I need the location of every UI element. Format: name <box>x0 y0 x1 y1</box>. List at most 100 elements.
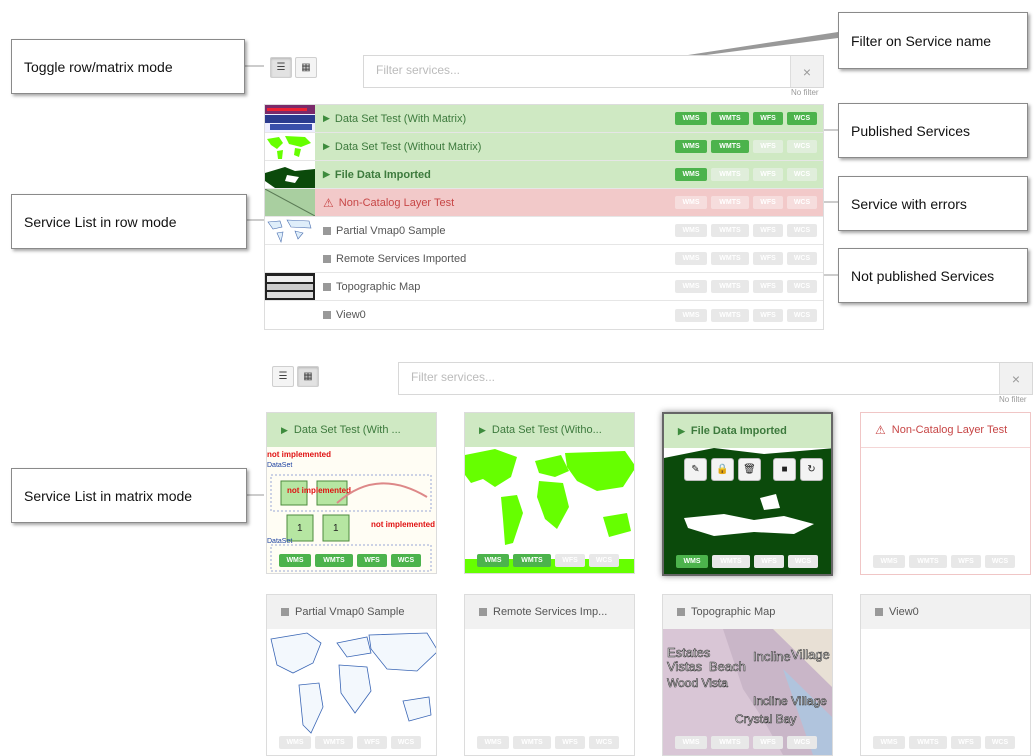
wcs-badge[interactable]: WCS <box>985 555 1015 568</box>
wmts-badge[interactable]: WMTS <box>909 736 947 749</box>
wfs-badge[interactable]: WFS <box>753 736 783 749</box>
wms-badge[interactable]: WMS <box>873 555 905 568</box>
service-card[interactable]: ⚠ Non-Catalog Layer Test WMS WMTS WFS WCS <box>860 412 1031 575</box>
card-header[interactable]: ▶ File Data Imported <box>664 414 831 448</box>
wfs-badge[interactable]: WFS <box>753 280 783 293</box>
service-row[interactable]: ▶ Data Set Test (Without Matrix) WMS WMTS W… <box>265 133 823 161</box>
service-name[interactable]: Remote Services Imported <box>323 253 675 265</box>
wms-badge[interactable]: WMS <box>279 736 311 749</box>
wmts-badge[interactable]: WMTS <box>711 224 749 237</box>
wfs-badge[interactable]: WFS <box>753 112 783 125</box>
service-card[interactable]: Partial Vmap0 Sample WMS WMTS WFS WCS <box>266 594 437 756</box>
wmts-badge[interactable]: WMTS <box>711 112 749 125</box>
wfs-badge[interactable]: WFS <box>753 224 783 237</box>
service-card[interactable]: View0 WMS WMTS WFS WCS <box>860 594 1031 756</box>
wfs-badge[interactable]: WFS <box>753 140 783 153</box>
wms-badge[interactable]: WMS <box>675 736 707 749</box>
card-header[interactable]: Partial Vmap0 Sample <box>267 595 436 629</box>
wmts-badge[interactable]: WMTS <box>711 168 749 181</box>
wfs-badge[interactable]: WFS <box>753 308 783 322</box>
filter-services-input[interactable] <box>374 62 746 78</box>
service-card[interactable]: ▶ File Data Imported ✎ 🔒 🗑 ■ ↻ WMS WMTS WFS… <box>662 412 833 576</box>
wcs-badge[interactable]: WCS <box>787 280 817 293</box>
wmts-badge[interactable]: WMTS <box>711 252 749 265</box>
service-card[interactable]: ▶ Data Set Test (Witho... WMS WMTS WFS WCS <box>464 412 635 574</box>
wms-badge[interactable]: WMS <box>675 140 707 153</box>
wcs-badge[interactable]: WCS <box>787 168 817 181</box>
service-row[interactable]: ⚠ Non-Catalog Layer Test WMS WMTS WFS WCS <box>265 189 823 217</box>
wfs-badge[interactable]: WFS <box>555 554 585 567</box>
service-name[interactable]: ▶ File Data Imported <box>323 169 675 181</box>
wmts-badge[interactable]: WMTS <box>513 554 551 567</box>
wfs-badge[interactable]: WFS <box>555 736 585 749</box>
wmts-badge[interactable]: WMTS <box>712 555 750 568</box>
wms-badge[interactable]: WMS <box>675 196 707 209</box>
wms-badge[interactable]: WMS <box>676 555 708 568</box>
wmts-badge[interactable]: WMTS <box>513 736 551 749</box>
matrix-mode-button[interactable]: ▦ <box>295 57 317 78</box>
wms-badge[interactable]: WMS <box>477 554 509 567</box>
wms-badge[interactable]: WMS <box>675 112 707 125</box>
lock-button[interactable]: 🔒 <box>711 458 734 481</box>
edit-button[interactable]: ✎ <box>684 458 707 481</box>
wfs-badge[interactable]: WFS <box>754 555 784 568</box>
service-name[interactable]: View0 <box>323 309 675 321</box>
wcs-badge[interactable]: WCS <box>391 554 421 567</box>
wmts-badge[interactable]: WMTS <box>711 736 749 749</box>
wmts-badge[interactable]: WMTS <box>909 555 947 568</box>
wms-badge[interactable]: WMS <box>675 308 707 322</box>
service-name[interactable]: Topographic Map <box>323 281 675 293</box>
service-card[interactable]: Remote Services Imp... WMS WMTS WFS WCS <box>464 594 635 756</box>
wcs-badge[interactable]: WCS <box>788 555 818 568</box>
wcs-badge[interactable]: WCS <box>787 140 817 153</box>
wcs-badge[interactable]: WCS <box>391 736 421 749</box>
service-name[interactable]: ⚠ Non-Catalog Layer Test <box>323 196 675 210</box>
card-header[interactable]: View0 <box>861 595 1030 629</box>
wcs-badge[interactable]: WCS <box>787 112 817 125</box>
service-row[interactable]: View0 WMS WMTS WFS WCS <box>265 301 823 329</box>
wms-badge[interactable]: WMS <box>675 252 707 265</box>
clear-filter-button[interactable]: × <box>790 56 823 87</box>
service-name[interactable]: ▶ Data Set Test (Without Matrix) <box>323 141 675 153</box>
wmts-badge[interactable]: WMTS <box>711 196 749 209</box>
card-header[interactable]: ▶ Data Set Test (Witho... <box>465 413 634 447</box>
service-row[interactable]: Topographic Map WMS WMTS WFS WCS <box>265 273 823 301</box>
wms-badge[interactable]: WMS <box>873 736 905 749</box>
wms-badge[interactable]: WMS <box>279 554 311 567</box>
wfs-badge[interactable]: WFS <box>951 555 981 568</box>
wfs-badge[interactable]: WFS <box>753 168 783 181</box>
matrix-mode-button[interactable]: ▦ <box>297 366 319 387</box>
wfs-badge[interactable]: WFS <box>357 554 387 567</box>
row-mode-button[interactable]: ☰ <box>272 366 294 387</box>
wmts-badge[interactable]: WMTS <box>315 554 353 567</box>
wms-badge[interactable]: WMS <box>675 168 707 181</box>
wfs-badge[interactable]: WFS <box>357 736 387 749</box>
wmts-badge[interactable]: WMTS <box>711 280 749 293</box>
card-header[interactable]: Remote Services Imp... <box>465 595 634 629</box>
service-card[interactable]: Topographic Map Estates Vistas Beach Inc… <box>662 594 833 756</box>
restart-button[interactable]: ↻ <box>800 458 823 481</box>
wms-badge[interactable]: WMS <box>477 736 509 749</box>
wmts-badge[interactable]: WMTS <box>711 140 749 153</box>
card-header[interactable]: ⚠ Non-Catalog Layer Test <box>861 413 1030 448</box>
wcs-badge[interactable]: WCS <box>787 736 817 749</box>
wcs-badge[interactable]: WCS <box>589 554 619 567</box>
wcs-badge[interactable]: WCS <box>787 252 817 265</box>
service-name[interactable]: Partial Vmap0 Sample <box>323 225 675 237</box>
wfs-badge[interactable]: WFS <box>951 736 981 749</box>
wfs-badge[interactable]: WFS <box>753 252 783 265</box>
wcs-badge[interactable]: WCS <box>985 736 1015 749</box>
wms-badge[interactable]: WMS <box>675 224 707 237</box>
service-row[interactable]: ▶ File Data Imported WMS WMTS WFS WCS <box>265 161 823 189</box>
clear-filter-button[interactable]: × <box>999 363 1032 394</box>
filter-services-input[interactable] <box>409 369 920 385</box>
wmts-badge[interactable]: WMTS <box>711 308 749 322</box>
wmts-badge[interactable]: WMTS <box>315 736 353 749</box>
wcs-badge[interactable]: WCS <box>589 736 619 749</box>
card-header[interactable]: Topographic Map <box>663 595 832 629</box>
wcs-badge[interactable]: WCS <box>787 196 817 209</box>
delete-button[interactable]: 🗑 <box>738 458 761 481</box>
stop-button[interactable]: ■ <box>773 458 796 481</box>
wfs-badge[interactable]: WFS <box>753 196 783 209</box>
service-name[interactable]: ▶ Data Set Test (With Matrix) <box>323 113 675 125</box>
